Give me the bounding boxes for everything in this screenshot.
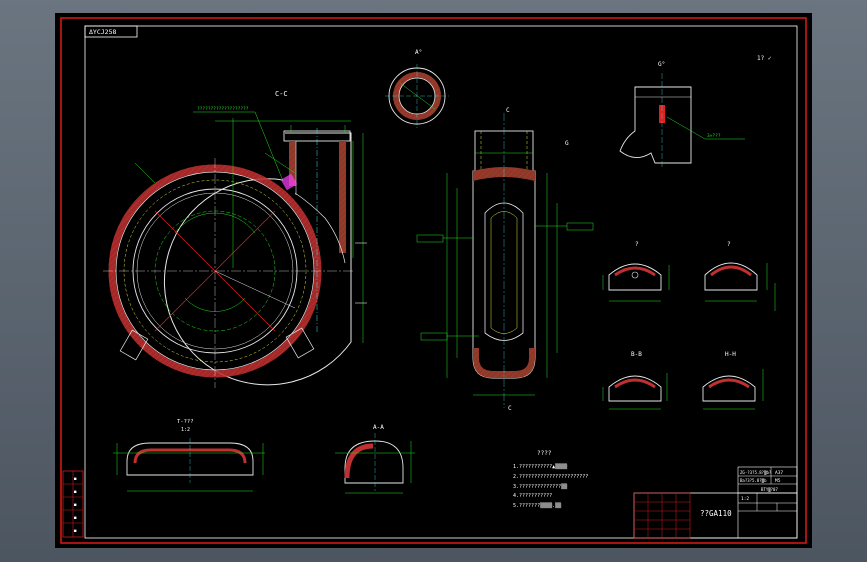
drawing-name: ??GA110 (700, 509, 732, 518)
marker-c-top: C (506, 107, 510, 114)
note-line: 2.??????????????????????? (513, 474, 588, 480)
cad-viewport: ΔYCJ258 ■ ■ ■ ■ ■ 1? ✓ C-C ?????????????… (0, 0, 867, 562)
title-info-cell: A37 (775, 470, 783, 476)
volute-main-view: C-C ??????????????????? (103, 90, 367, 388)
section-label-hh: H-H (725, 351, 736, 358)
section-t: T-??? 1:2 (113, 419, 265, 492)
title-info-cell: BTY▒?07 (761, 487, 778, 492)
strip-cell: ■ (74, 489, 77, 494)
strip-cell: ■ (74, 476, 77, 481)
note-line: 5.???????▒▒▒▒.▒▒ (513, 502, 562, 509)
drawing-canvas: ΔYCJ258 ■ ■ ■ ■ ■ 1? ✓ C-C ?????????????… (60, 17, 807, 544)
side-section-view: C G C (416, 107, 594, 412)
drawing-code-box: ΔYCJ258 (84, 25, 138, 38)
side-revision-strip: ■ ■ ■ ■ ■ (62, 470, 84, 538)
marker-c-bottom: C (508, 405, 512, 412)
section-label-cc: C-C (275, 90, 288, 98)
section-aa: A-A (335, 424, 415, 494)
section-label-aa: A-A (373, 424, 384, 431)
title-block: ??GA110 ZG·?3?5.8?▒b? A37 Ba?3?5.8?▒b M5… (633, 466, 798, 539)
section-label-q1: ? (635, 241, 639, 248)
section-scale-t: 1:2 (181, 427, 190, 433)
title-scale-cell: 1:2 (741, 496, 749, 502)
view-g-detail: G° 3×??? (619, 61, 745, 168)
strip-cell: ■ (74, 502, 77, 507)
section-label-bb: B-B (631, 351, 642, 358)
leader-note-g: 3×??? (707, 133, 721, 139)
view-a-ring: A° (385, 49, 449, 128)
strip-cell: ■ (74, 515, 77, 520)
view-label-g: G° (658, 61, 665, 68)
view-label-a: A° (415, 49, 422, 56)
note-line: 1.???????????▲▒▒▒▒ (513, 463, 568, 470)
section-q2: ? (704, 241, 776, 311)
section-bb: B-B (602, 351, 668, 410)
notes-heading: ???? (537, 450, 552, 457)
technical-notes: ???? 1.???????????▲▒▒▒▒ 2.??????????????… (513, 450, 588, 509)
section-label-q2: ? (727, 241, 731, 248)
marker-g: G (565, 140, 569, 147)
note-line: 3.??????????????▒▒ (513, 483, 568, 490)
section-label-t: T-??? (177, 419, 194, 425)
section-q1: ? (602, 241, 670, 302)
title-info-cell: Ba?3?5.8?▒b (740, 478, 767, 483)
title-info-cell: M5 (775, 478, 781, 484)
section-hh: H-H (702, 351, 764, 410)
note-line: 4.??????????? (513, 493, 552, 499)
drawing-sheet: ΔYCJ258 ■ ■ ■ ■ ■ 1? ✓ C-C ?????????????… (55, 13, 812, 548)
leader-note: ??????????????????? (197, 106, 249, 112)
strip-cell: ■ (74, 528, 77, 533)
inner-frame (84, 25, 798, 539)
roughness-note: 1? ✓ (757, 55, 772, 62)
drawing-code-label: ΔYCJ258 (89, 28, 116, 36)
title-info-cell: ZG·?3?5.8?▒b? (740, 470, 772, 475)
